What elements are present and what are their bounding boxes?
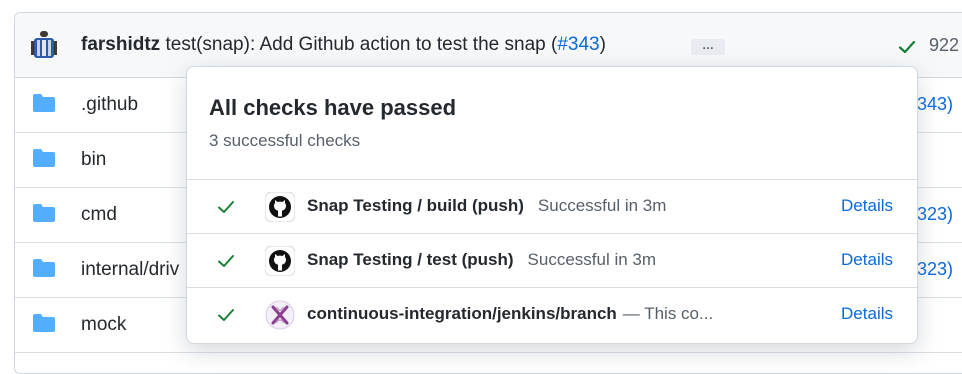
- file-name[interactable]: .github: [81, 94, 138, 116]
- commit-message: farshidtz test(snap): Add Github action …: [81, 34, 606, 56]
- file-name[interactable]: internal/driv: [81, 259, 179, 281]
- folder-icon: [33, 259, 55, 277]
- checks-title: All checks have passed: [209, 95, 457, 120]
- details-link[interactable]: Details: [841, 196, 893, 216]
- file-name[interactable]: mock: [81, 314, 126, 336]
- check-name-link[interactable]: Snap Testing / build (push) Successful in…: [307, 196, 666, 216]
- commit-sha-link[interactable]: 922: [929, 35, 959, 56]
- check-icon: [218, 309, 234, 321]
- check-status: — This co...: [622, 304, 714, 323]
- check-icon: [218, 201, 234, 213]
- folder-icon: [33, 149, 55, 167]
- file-name[interactable]: cmd: [81, 204, 117, 226]
- commit-title-link[interactable]: test(snap): Add Github action to test th…: [165, 34, 557, 55]
- status-check-icon[interactable]: [897, 37, 917, 57]
- check-name[interactable]: Snap Testing / build (push): [307, 196, 524, 215]
- github-icon: [265, 246, 295, 276]
- check-name[interactable]: continuous-integration/jenkins/branch: [307, 304, 617, 323]
- folder-icon: [33, 94, 55, 112]
- folder-icon: [33, 314, 55, 332]
- github-icon: [265, 192, 295, 222]
- check-name[interactable]: Snap Testing / test (push): [307, 250, 514, 269]
- file-name[interactable]: bin: [81, 149, 106, 171]
- author-avatar[interactable]: [31, 31, 57, 59]
- check-row: Snap Testing / build (push) Successful in…: [187, 179, 917, 234]
- check-row: Snap Testing / test (push) Successful in …: [187, 233, 917, 288]
- commit-ref-link[interactable]: 323): [917, 204, 953, 225]
- details-link[interactable]: Details: [841, 304, 893, 324]
- commit-author-link[interactable]: farshidtz: [81, 34, 160, 55]
- commit-ref-link[interactable]: 323): [917, 259, 953, 280]
- folder-icon: [33, 204, 55, 222]
- check-name-link[interactable]: Snap Testing / test (push) Successful in …: [307, 250, 656, 270]
- check-name-link[interactable]: continuous-integration/jenkins/branch — T…: [307, 304, 713, 324]
- details-link[interactable]: Details: [841, 250, 893, 270]
- commit-title-close: ): [599, 34, 606, 55]
- pr-link[interactable]: #343: [557, 34, 599, 55]
- check-status: Successful in 3m: [527, 250, 657, 269]
- checks-popover: All checks have passed 3 successful chec…: [186, 66, 918, 344]
- check-status: Successful in 3m: [537, 196, 667, 215]
- check-icon: [218, 255, 234, 267]
- check-row: continuous-integration/jenkins/branch — T…: [187, 287, 917, 342]
- expand-commit-button[interactable]: …: [691, 39, 725, 55]
- commit-ref-link[interactable]: 343): [917, 94, 953, 115]
- checks-summary: 3 successful checks: [209, 131, 361, 150]
- jenkins-icon: [265, 300, 295, 330]
